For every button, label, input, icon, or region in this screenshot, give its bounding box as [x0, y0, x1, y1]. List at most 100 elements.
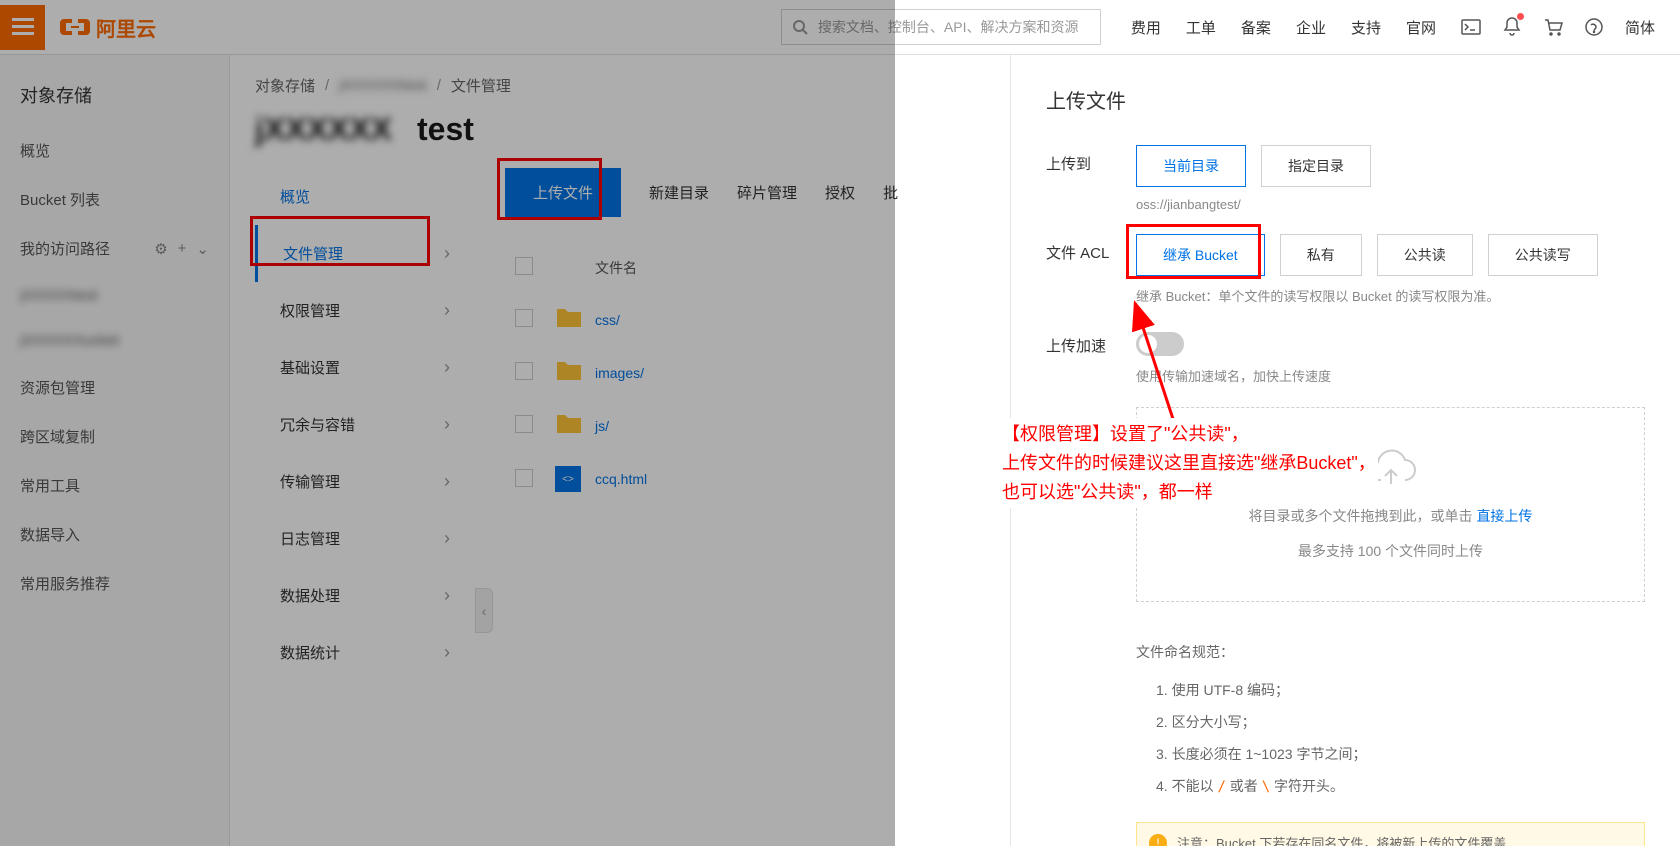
option-current-dir[interactable]: 当前目录: [1136, 145, 1246, 187]
file-name[interactable]: ccq.html: [595, 471, 647, 487]
chevron-right-icon: ›: [444, 414, 450, 435]
row-checkbox[interactable]: [515, 469, 533, 487]
accel-toggle[interactable]: [1136, 332, 1184, 356]
global-search[interactable]: 搜索文档、控制台、API、解决方案和资源: [781, 9, 1101, 45]
plus-icon[interactable]: +: [178, 240, 187, 258]
brand-icon: [60, 15, 90, 39]
sidebar-item-resource[interactable]: 资源包管理: [0, 363, 229, 412]
bell-icon[interactable]: [1503, 16, 1521, 39]
naming-rules: 文件命名规范： 1. 使用 UTF-8 编码； 2. 区分大小写； 3. 长度必…: [1136, 627, 1645, 802]
nav-icp[interactable]: 备案: [1241, 17, 1271, 38]
bucket-menu-permissions[interactable]: 权限管理›: [255, 282, 475, 339]
panel-title: 上传文件: [1046, 85, 1645, 145]
option-specify-dir[interactable]: 指定目录: [1261, 145, 1371, 187]
sidebar-bucket-2[interactable]: jXXXXXXucket: [0, 318, 229, 363]
chevron-right-icon: ›: [444, 243, 450, 264]
bucket-sidebar: 概览 文件管理› 权限管理› 基础设置› 冗余与容错› 传输管理› 日志管理› …: [255, 168, 475, 681]
dropzone-limit: 最多支持 100 个文件同时上传: [1157, 541, 1624, 561]
top-nav: 费用 工单 备案 企业 支持 官网: [1131, 17, 1436, 38]
option-acl-publicread[interactable]: 公共读: [1377, 234, 1473, 276]
overwrite-warning: ! 注意：Bucket 下若存在同名文件，将被新上传的文件覆盖: [1136, 822, 1645, 846]
rule-item: 4. 不能以 / 或者 \ 字符开头。: [1136, 770, 1645, 802]
gear-icon[interactable]: ⚙: [154, 240, 167, 258]
sidebar-item-label: 我的访问路径: [20, 238, 110, 259]
brand-logo[interactable]: 阿里云: [60, 13, 156, 42]
file-name[interactable]: css/: [595, 312, 620, 328]
crumb-bucket[interactable]: jXXXXXXtest: [339, 77, 427, 94]
rule-item: 1. 使用 UTF-8 编码；: [1136, 674, 1645, 706]
bucket-menu-transfer[interactable]: 传输管理›: [255, 453, 475, 510]
warning-text: 注意：Bucket 下若存在同名文件，将被新上传的文件覆盖: [1177, 833, 1506, 846]
toolbar-batch[interactable]: 批: [883, 182, 898, 203]
sidebar-item-recommend[interactable]: 常用服务推荐: [0, 559, 229, 608]
menu-icon: [12, 18, 34, 36]
left-sidebar: 对象存储 概览 Bucket 列表 我的访问路径 ⚙ + ⌄ jXXXXXtes…: [0, 55, 230, 846]
row-checkbox[interactable]: [515, 362, 533, 380]
search-placeholder: 搜索文档、控制台、API、解决方案和资源: [818, 17, 1079, 37]
path-actions: ⚙ + ⌄: [154, 240, 209, 258]
annotation-note: 【权限管理】设置了"公共读"， 上传文件的时候建议这里直接选"继承Bucket"…: [1000, 418, 1378, 508]
sidebar-bucket-1[interactable]: jXXXXXtest: [0, 273, 229, 318]
select-all-checkbox[interactable]: [515, 257, 533, 275]
file-name[interactable]: images/: [595, 365, 644, 381]
sidebar-item-overview[interactable]: 概览: [0, 126, 229, 175]
sidebar-item-tools[interactable]: 常用工具: [0, 461, 229, 510]
label-accel: 上传加速: [1046, 327, 1136, 385]
chevron-right-icon: ›: [444, 471, 450, 492]
rule-item: 2. 区分大小写；: [1136, 706, 1645, 738]
bucket-menu-dataprocess[interactable]: 数据处理›: [255, 567, 475, 624]
warning-icon: !: [1149, 834, 1167, 846]
folder-icon: [555, 360, 583, 382]
cart-icon[interactable]: [1543, 18, 1563, 36]
collapse-handle[interactable]: ‹: [475, 588, 493, 633]
nav-enterprise[interactable]: 企业: [1296, 17, 1326, 38]
hamburger-menu[interactable]: [0, 5, 45, 50]
row-checkbox[interactable]: [515, 309, 533, 327]
nav-fees[interactable]: 费用: [1131, 17, 1161, 38]
chevron-right-icon: ›: [444, 300, 450, 321]
nav-website[interactable]: 官网: [1406, 17, 1436, 38]
brand-text: 阿里云: [96, 13, 156, 42]
sidebar-title: 对象存储: [0, 70, 229, 126]
acl-hint: 继承 Bucket：单个文件的读写权限以 Bucket 的读写权限为准。: [1136, 286, 1645, 305]
highlight-box-upload: [497, 158, 602, 220]
toolbar-fragments[interactable]: 碎片管理: [737, 182, 797, 203]
accel-hint: 使用传输加速域名，加快上传速度: [1136, 366, 1645, 385]
bucket-menu-redundancy[interactable]: 冗余与容错›: [255, 396, 475, 453]
top-icons: 简体: [1461, 16, 1655, 39]
sidebar-item-mypath[interactable]: 我的访问路径 ⚙ + ⌄: [0, 224, 229, 273]
bucket-menu-settings[interactable]: 基础设置›: [255, 339, 475, 396]
search-icon: [792, 19, 808, 35]
upload-path: oss://jianbangtest/: [1136, 197, 1645, 212]
rule-item: 3. 长度必须在 1~1023 字节之间；: [1136, 738, 1645, 770]
sidebar-item-replication[interactable]: 跨区域复制: [0, 412, 229, 461]
file-name[interactable]: js/: [595, 418, 609, 434]
bucket-menu-stats[interactable]: 数据统计›: [255, 624, 475, 681]
sidebar-item-import[interactable]: 数据导入: [0, 510, 229, 559]
topbar: 阿里云 搜索文档、控制台、API、解决方案和资源 费用 工单 备案 企业 支持 …: [0, 0, 1680, 55]
bucket-menu-logs[interactable]: 日志管理›: [255, 510, 475, 567]
cloudshell-icon[interactable]: [1461, 19, 1481, 35]
lang-selector[interactable]: 简体: [1625, 17, 1655, 38]
label-acl: 文件 ACL: [1046, 234, 1136, 305]
option-acl-publicrw[interactable]: 公共读写: [1488, 234, 1598, 276]
dropzone-text: 将目录或多个文件拖拽到此，或单击 直接上传: [1157, 506, 1624, 526]
chevron-right-icon: ›: [444, 585, 450, 606]
highlight-box-files: [250, 216, 430, 266]
toolbar-newfolder[interactable]: 新建目录: [649, 182, 709, 203]
row-checkbox[interactable]: [515, 415, 533, 433]
rules-title: 文件命名规范：: [1136, 642, 1645, 662]
chevron-down-icon[interactable]: ⌄: [196, 240, 209, 258]
chevron-right-icon: ›: [444, 528, 450, 549]
direct-upload-link[interactable]: 直接上传: [1476, 508, 1532, 524]
crumb-current: 文件管理: [451, 75, 511, 96]
crumb-root[interactable]: 对象存储: [255, 75, 315, 96]
chevron-right-icon: ›: [444, 357, 450, 378]
html-icon: <>: [555, 466, 581, 492]
sidebar-item-bucketlist[interactable]: Bucket 列表: [0, 175, 229, 224]
help-icon[interactable]: [1585, 18, 1603, 36]
toolbar-auth[interactable]: 授权: [825, 182, 855, 203]
option-acl-private[interactable]: 私有: [1280, 234, 1362, 276]
nav-support[interactable]: 支持: [1351, 17, 1381, 38]
nav-tickets[interactable]: 工单: [1186, 17, 1216, 38]
